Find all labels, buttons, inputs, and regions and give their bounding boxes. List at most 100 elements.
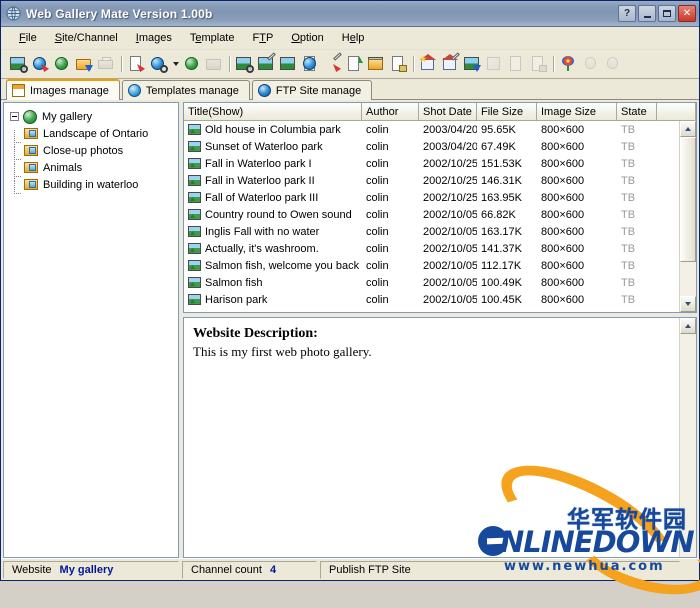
tab-images-manage[interactable]: Images manage	[6, 79, 120, 100]
browse-web-icon[interactable]	[52, 54, 73, 75]
menu-help[interactable]: Help	[333, 29, 374, 47]
cell-title-text: Inglis Fall with no water	[205, 225, 320, 238]
cell-author: colin	[366, 140, 389, 153]
status-website-value: My gallery	[59, 563, 114, 576]
resize-grip-icon[interactable]	[683, 563, 697, 577]
table-row[interactable]: Harison park colin 2002/10/05 100.45K 800×60…	[184, 291, 679, 308]
cell-title: Sunset of Waterloo park	[184, 141, 362, 153]
toolbar-separator-2	[226, 55, 233, 73]
minimize-button[interactable]	[638, 5, 656, 22]
column-header-file-size[interactable]: File Size	[477, 103, 537, 121]
table-row[interactable]: Old house in Columbia park colin 2003/04/2…	[184, 121, 679, 138]
save-site-icon[interactable]	[74, 54, 95, 75]
cell-author: colin	[366, 242, 389, 255]
channel-folder-icon	[24, 161, 39, 175]
cell-file-size: 95.65K	[481, 123, 516, 136]
desc-scroll-up-button[interactable]	[680, 318, 696, 334]
tree-item-animals[interactable]: Animals	[6, 159, 176, 181]
description-content[interactable]: Website Description: This is my first we…	[184, 318, 679, 557]
delete-image-icon[interactable]	[322, 52, 343, 75]
publish-globe-icon[interactable]	[182, 54, 203, 75]
add-image-icon[interactable]	[234, 54, 255, 75]
website-description-panel[interactable]: Website Description: This is my first we…	[183, 317, 697, 558]
find-globe-icon[interactable]	[148, 54, 169, 75]
download-template-icon[interactable]	[462, 54, 483, 75]
images-list-view[interactable]: Title(Show) Author Shot Date File Size I…	[183, 102, 697, 313]
menu-site-channel[interactable]: Site/Channel	[46, 29, 127, 47]
cell-image-size: 800×600	[541, 242, 585, 255]
site-globe-icon	[23, 109, 38, 124]
edit-template-icon[interactable]	[440, 52, 461, 75]
cell-file-size: 151.53K	[481, 157, 522, 170]
new-template-icon[interactable]	[418, 54, 439, 75]
cell-title-text: Sunset of Waterloo park	[205, 140, 323, 153]
table-row[interactable]: Country round to Owen sound colin 2002/10/…	[184, 206, 679, 223]
cell-state: TB	[621, 293, 636, 306]
desc-scroll-track[interactable]	[680, 334, 696, 557]
menu-option[interactable]: Option	[282, 29, 332, 47]
menu-images[interactable]: Images	[127, 29, 181, 47]
scroll-track[interactable]	[680, 137, 696, 296]
tab-ftp-site-manage[interactable]: FTP Site manage	[251, 80, 373, 100]
table-row[interactable]: Fall of Waterloo park III colin 2002/10/25…	[184, 189, 679, 206]
menu-file[interactable]: File	[10, 29, 46, 47]
cell-shot-date: 2003/04/20	[423, 140, 477, 153]
status-publish-ftp[interactable]: Publish FTP Site	[320, 560, 680, 579]
table-row[interactable]: Salmon fish, welcome you back colin 2002/1…	[184, 257, 679, 274]
image-page-icon[interactable]	[300, 54, 321, 75]
table-row[interactable]: Inglis Fall with no water colin 2002/10/05…	[184, 223, 679, 240]
menu-template[interactable]: Template	[181, 29, 244, 47]
help-button[interactable]: ?	[618, 5, 636, 22]
status-bar: Website My gallery Channel count 4 Publi…	[1, 558, 699, 580]
close-button[interactable]: ✕	[678, 5, 696, 22]
column-header-image-size[interactable]: Image Size	[537, 103, 617, 121]
open-site-icon[interactable]	[30, 54, 51, 75]
cell-title: Inglis Fall with no water	[184, 226, 362, 238]
column-header-author[interactable]: Author	[362, 103, 419, 121]
column-header-title[interactable]: Title(Show)	[184, 103, 362, 121]
scroll-down-button[interactable]	[680, 296, 696, 312]
table-row[interactable]: Fall in Waterloo park I colin 2002/10/25 15…	[184, 155, 679, 172]
move-up-icon[interactable]	[344, 54, 365, 75]
tree-root-my-gallery[interactable]: My gallery	[6, 108, 176, 125]
tree-item-close-up-photos[interactable]: Close-up photos	[6, 142, 176, 164]
table-row[interactable]: Salmon fish colin 2002/10/05 100.49K 800×600…	[184, 274, 679, 291]
collapse-toggle-icon[interactable]	[10, 112, 19, 121]
image-properties-icon[interactable]	[278, 54, 299, 75]
image-thumbnail-icon	[188, 243, 201, 254]
menu-ftp[interactable]: FTP	[244, 29, 283, 47]
maximize-button[interactable]	[658, 5, 676, 22]
cell-image-size: 800×600	[541, 259, 585, 272]
cell-file-size: 66.82K	[481, 208, 516, 221]
tree-item-building-in-waterloo[interactable]: Building in waterloo	[6, 176, 176, 194]
table-row[interactable]: Fall in Waterloo park II colin 2002/10/25 1…	[184, 172, 679, 189]
description-vertical-scrollbar[interactable]	[679, 318, 696, 557]
table-row[interactable]: Actually, it's washroom. colin 2002/10/05 1…	[184, 240, 679, 257]
thumbnail-icon[interactable]	[366, 54, 387, 75]
chevron-down-icon[interactable]	[170, 62, 181, 66]
page-preview-icon[interactable]	[126, 54, 147, 75]
gallery-flower-icon[interactable]	[558, 54, 579, 75]
ftp-upload-icon	[484, 54, 505, 75]
tab-templates-manage[interactable]: Templates manage	[121, 80, 250, 100]
table-row[interactable]: Sunset of Waterloo park colin 2003/04/20 67…	[184, 138, 679, 155]
images-manage-icon	[12, 83, 26, 98]
scroll-thumb[interactable]	[680, 137, 696, 262]
toolbar-separator-1	[118, 55, 125, 73]
new-site-icon[interactable]	[8, 54, 29, 75]
cell-title: Harison park	[184, 294, 362, 306]
tree-item-landscape-of-ontario[interactable]: Landscape of Ontario	[6, 125, 176, 147]
scroll-up-button[interactable]	[680, 121, 696, 137]
column-header-state[interactable]: State	[617, 103, 657, 121]
cell-title: Fall of Waterloo park III	[184, 192, 362, 204]
site-tree-panel[interactable]: My gallery Landscape of Ontario Close-up…	[3, 102, 179, 558]
toolbar-separator-3	[410, 55, 417, 73]
edit-image-icon[interactable]	[256, 52, 277, 75]
column-header-shot-date[interactable]: Shot Date	[419, 103, 477, 121]
cell-image-size: 800×600	[541, 191, 585, 204]
cell-author: colin	[366, 225, 389, 238]
cell-title: Old house in Columbia park	[184, 124, 362, 136]
image-list-icon[interactable]	[388, 54, 409, 75]
list-vertical-scrollbar[interactable]	[679, 121, 696, 312]
tab-templates-manage-label: Templates manage	[145, 84, 239, 97]
